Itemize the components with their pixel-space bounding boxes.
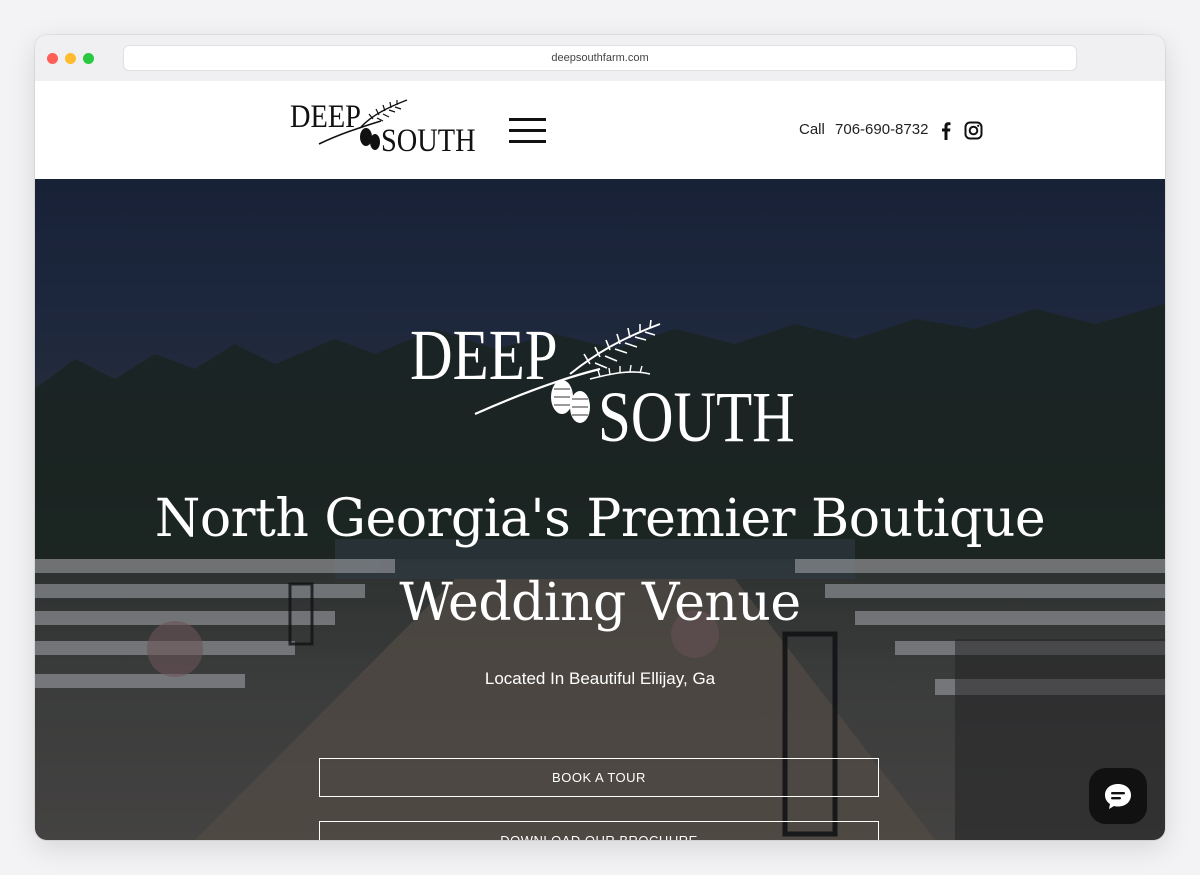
minimize-window-button[interactable] xyxy=(65,53,76,64)
chat-button[interactable] xyxy=(1089,768,1147,824)
website: DEEP SOUTH Call 706-690-8732 DEEP SOUTH … xyxy=(35,81,1165,840)
hero-logo: DEEP SOUTH xyxy=(410,319,800,459)
header-logo-south: SOUTH xyxy=(381,123,476,159)
address-bar[interactable]: deepsouthfarm.com xyxy=(123,45,1077,71)
phone-number[interactable]: 706-690-8732 xyxy=(835,121,928,138)
browser-window: deepsouthfarm.com DEEP SOUTH Call 706-69… xyxy=(35,35,1165,840)
call-label: Call xyxy=(799,121,825,138)
chat-bubble-icon xyxy=(1105,784,1131,809)
instagram-icon[interactable] xyxy=(964,121,983,140)
header-logo-deep: DEEP xyxy=(290,99,361,135)
headline-line-1: North Georgia's Premier Boutique xyxy=(154,489,1046,549)
hero-subheadline: Located In Beautiful Ellijay, Ga xyxy=(484,669,716,688)
hamburger-menu-icon[interactable] xyxy=(509,118,546,144)
site-header: DEEP SOUTH Call 706-690-8732 xyxy=(35,81,1165,179)
hero-logo-deep: DEEP xyxy=(410,315,558,395)
phone-contact[interactable]: Call 706-690-8732 xyxy=(799,121,928,138)
close-window-button[interactable] xyxy=(47,53,58,64)
download-brochure-button[interactable]: DOWNLOAD OUR BROCHURE xyxy=(319,821,879,840)
maximize-window-button[interactable] xyxy=(83,53,94,64)
hero-section: DEEP SOUTH North Georgia's Premier Bouti… xyxy=(35,179,1165,840)
browser-toolbar: deepsouthfarm.com xyxy=(35,35,1165,82)
headline-line-2: Wedding Venue xyxy=(399,573,801,633)
header-logo[interactable]: DEEP SOUTH xyxy=(287,97,477,161)
hero-logo-south: SOUTH xyxy=(598,377,795,457)
facebook-icon[interactable] xyxy=(937,121,955,140)
hero-headline: North Georgia's Premier Boutique Wedding… xyxy=(150,477,1050,645)
book-a-tour-button[interactable]: BOOK A TOUR xyxy=(319,758,879,797)
